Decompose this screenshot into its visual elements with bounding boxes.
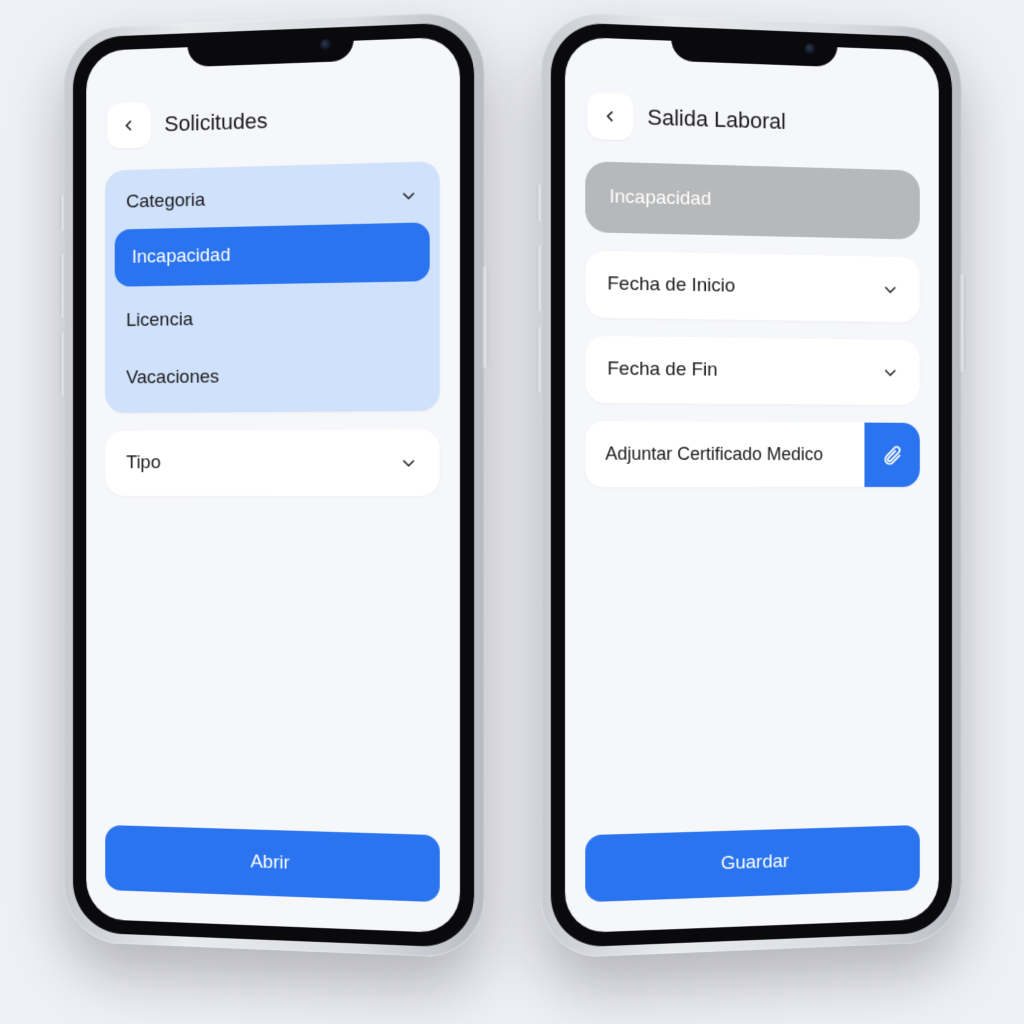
tipo-label: Tipo (126, 452, 161, 474)
attach-button[interactable] (864, 423, 919, 487)
side-button (482, 266, 488, 368)
side-button (60, 195, 66, 230)
selected-category-pill: Incapacidad (585, 161, 920, 239)
fecha-fin-label: Fecha de Fin (607, 358, 717, 381)
chevron-down-icon (400, 186, 418, 205)
side-button (537, 327, 543, 392)
back-button[interactable] (587, 92, 633, 140)
abrir-button[interactable]: Abrir (105, 825, 440, 902)
side-button (537, 184, 543, 221)
phone-notch (187, 27, 353, 67)
paperclip-icon (882, 444, 903, 466)
categoria-option-incapacidad[interactable]: Incapacidad (115, 222, 430, 286)
categoria-option-vacaciones[interactable]: Vacaciones (105, 346, 440, 413)
chevron-down-icon (882, 280, 899, 298)
chevron-left-icon (121, 117, 136, 133)
chevron-left-icon (602, 108, 618, 125)
chevron-down-icon (400, 454, 418, 472)
phone-mockup-right: Salida Laboral Incapacidad Fecha de Inic… (541, 11, 962, 959)
tipo-dropdown[interactable]: Tipo (105, 429, 440, 496)
attach-label: Adjuntar Certificado Medico (585, 421, 864, 487)
categoria-option-licencia[interactable]: Licencia (105, 287, 440, 350)
fecha-inicio-dropdown[interactable]: Fecha de Inicio (585, 251, 920, 323)
categoria-dropdown[interactable]: Categoria Incapacidad Licencia Vacacione… (105, 161, 440, 413)
side-button (60, 254, 66, 317)
guardar-button[interactable]: Guardar (585, 825, 920, 902)
page-title: Solicitudes (164, 108, 267, 137)
side-button (60, 333, 66, 396)
fecha-fin-dropdown[interactable]: Fecha de Fin (585, 336, 920, 405)
camera-icon (320, 39, 332, 52)
categoria-label: Categoria (126, 190, 205, 214)
attach-certificate-row: Adjuntar Certificado Medico (585, 421, 920, 487)
page-title: Salida Laboral (647, 104, 786, 135)
side-button (537, 245, 543, 310)
phone-mockup-left: Solicitudes Categoria Incapacidad Licenc… (64, 11, 485, 959)
chevron-down-icon (882, 363, 899, 381)
back-button[interactable] (107, 102, 151, 149)
phone-notch (671, 27, 837, 67)
side-button (960, 274, 966, 372)
camera-icon (805, 43, 817, 55)
fecha-inicio-label: Fecha de Inicio (607, 273, 735, 297)
